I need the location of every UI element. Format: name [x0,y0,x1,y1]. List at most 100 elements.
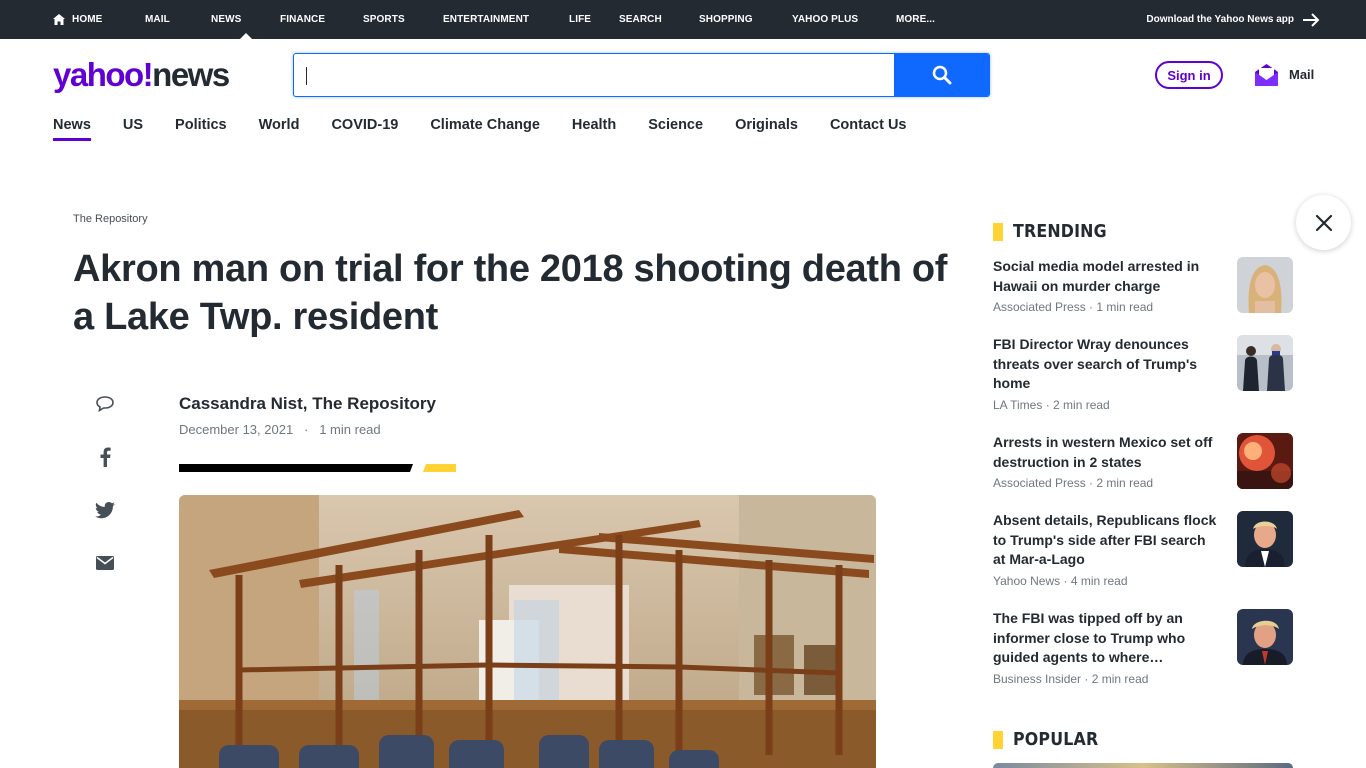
trending-item-title[interactable]: Absent details, Republicans flock to Tru… [993,511,1218,570]
yahoo-news-logo[interactable]: yahoo!news [53,56,230,93]
popular-label: POPULAR [1013,729,1099,750]
trending-item-title[interactable]: The FBI was tipped off by an informer cl… [993,609,1218,668]
trending-item-read-time: 2 min read [1091,671,1149,686]
top-nav-more[interactable]: MORE... [896,0,956,39]
trending-item-read-time: 2 min read [1053,397,1110,412]
trending-item-thumbnail[interactable] [1237,511,1293,567]
trending-item-provider: Yahoo News [993,573,1061,588]
trending-item-read-time: 1 min read [1096,300,1154,314]
top-nav: HOME MAIL NEWS FINANCE SPORTS ENTERTAINM… [53,0,956,39]
article-hero-image[interactable] [179,495,876,768]
trending-marker [993,222,1003,241]
portrait-photo [1237,511,1293,567]
logo-yahoo: yahoo! [53,56,154,93]
trending-item-provider: Associated Press [993,476,1086,490]
facebook-icon [100,447,111,467]
close-button[interactable] [1296,195,1351,250]
section-originals[interactable]: Originals [735,117,798,141]
section-covid-19[interactable]: COVID-19 [331,117,398,141]
popular-marker [993,730,1003,749]
email-share-button[interactable] [93,551,117,575]
trending-item[interactable]: Absent details, Republicans flock to Tru… [993,511,1293,588]
trending-item-provider: Associated Press [993,300,1086,314]
section-contact-us[interactable]: Contact Us [830,117,907,141]
text-caret [306,67,307,85]
mail-label: Mail [1289,67,1315,82]
section-climate-change[interactable]: Climate Change [430,117,540,141]
top-nav-home-label: HOME [72,14,103,25]
trending-item-thumbnail[interactable] [1237,257,1293,313]
top-nav-entertainment[interactable]: ENTERTAINMENT [443,0,569,39]
top-nav-sports[interactable]: SPORTS [363,0,443,39]
section-nav: News US Politics World COVID-19 Climate … [53,117,938,141]
trending-label: TRENDING [1013,221,1107,242]
twitter-share-button[interactable] [93,498,117,522]
portrait-photo [1237,609,1293,665]
popular-header: POPULAR [993,729,1110,750]
mail-link[interactable]: Mail [1254,62,1314,87]
mail-envelope-icon [1255,64,1278,86]
trending-item-source: Business Insider · 2 min read [993,671,1149,686]
top-nav-home[interactable]: HOME [53,0,145,39]
courtroom-photo [179,495,876,768]
comment-icon [96,396,114,413]
article-byline: Cassandra Nist, The Repository December … [179,394,436,437]
trending-item-provider: Business Insider [993,671,1082,686]
portrait-photo [1237,257,1293,313]
trending-item[interactable]: FBI Director Wray denounces threats over… [993,335,1293,412]
article-read-time: 1 min read [319,422,381,437]
trending-item[interactable]: Social media model arrested in Hawaii on… [993,257,1293,314]
article-provider[interactable]: The Repository [73,213,148,225]
trending-item-read-time: 4 min read [1070,573,1128,588]
close-icon [1315,214,1332,231]
trending-item-source: LA Times · 2 min read [993,397,1110,412]
top-nav-shopping[interactable]: SHOPPING [699,0,792,39]
fire-photo [1237,433,1293,489]
article-date: December 13, 2021 [179,422,294,437]
share-bar [93,392,117,604]
section-us[interactable]: US [123,117,143,141]
section-health[interactable]: Health [572,117,616,141]
popular-preview-image[interactable] [993,763,1293,768]
trending-item[interactable]: The FBI was tipped off by an informer cl… [993,609,1293,686]
download-app-link[interactable]: Download the Yahoo News app [1146,0,1320,39]
trending-item-title[interactable]: Arrests in western Mexico set off destru… [993,433,1218,472]
top-nav-life[interactable]: LIFE [569,0,619,39]
search-input[interactable] [294,54,894,96]
trending-item-title[interactable]: FBI Director Wray denounces threats over… [993,335,1218,394]
comment-button[interactable] [93,392,117,416]
trending-item-title[interactable]: Social media model arrested in Hawaii on… [993,257,1218,296]
sign-in-button[interactable]: Sign in [1155,61,1223,89]
email-icon [96,556,114,570]
top-nav-yahoo-plus[interactable]: YAHOO PLUS [792,0,896,39]
top-nav-mail[interactable]: MAIL [145,0,211,39]
top-nav-bar: HOME MAIL NEWS FINANCE SPORTS ENTERTAINM… [0,0,1366,39]
meta-separator: · [296,422,316,437]
facebook-share-button[interactable] [93,445,117,469]
section-politics[interactable]: Politics [175,117,227,141]
trending-item-provider: LA Times [993,397,1043,412]
top-nav-news[interactable]: NEWS [211,0,280,39]
home-icon [53,14,65,25]
trending-item-thumbnail[interactable] [1237,335,1293,391]
section-world[interactable]: World [259,117,300,141]
search-button[interactable] [894,54,989,96]
top-nav-search[interactable]: SEARCH [619,0,699,39]
top-nav-finance[interactable]: FINANCE [280,0,363,39]
trending-item-source: Yahoo News · 4 min read [993,573,1128,588]
people-walking-photo [1237,335,1293,391]
section-science[interactable]: Science [648,117,703,141]
article-meta: December 13, 2021 · 1 min read [179,422,436,437]
trending-item-thumbnail[interactable] [1237,609,1293,665]
arrow-right-icon [1303,12,1320,27]
search-box [293,53,990,97]
section-news[interactable]: News [53,117,91,141]
trending-item[interactable]: Arrests in western Mexico set off destru… [993,433,1293,490]
download-app-label: Download the Yahoo News app [1146,14,1294,25]
logo-news: news [152,56,230,93]
trending-item-thumbnail[interactable] [1237,433,1293,489]
trending-header: TRENDING [993,221,1120,242]
search-icon [932,65,951,85]
trending-item-read-time: 2 min read [1096,476,1154,490]
twitter-icon [95,501,115,518]
